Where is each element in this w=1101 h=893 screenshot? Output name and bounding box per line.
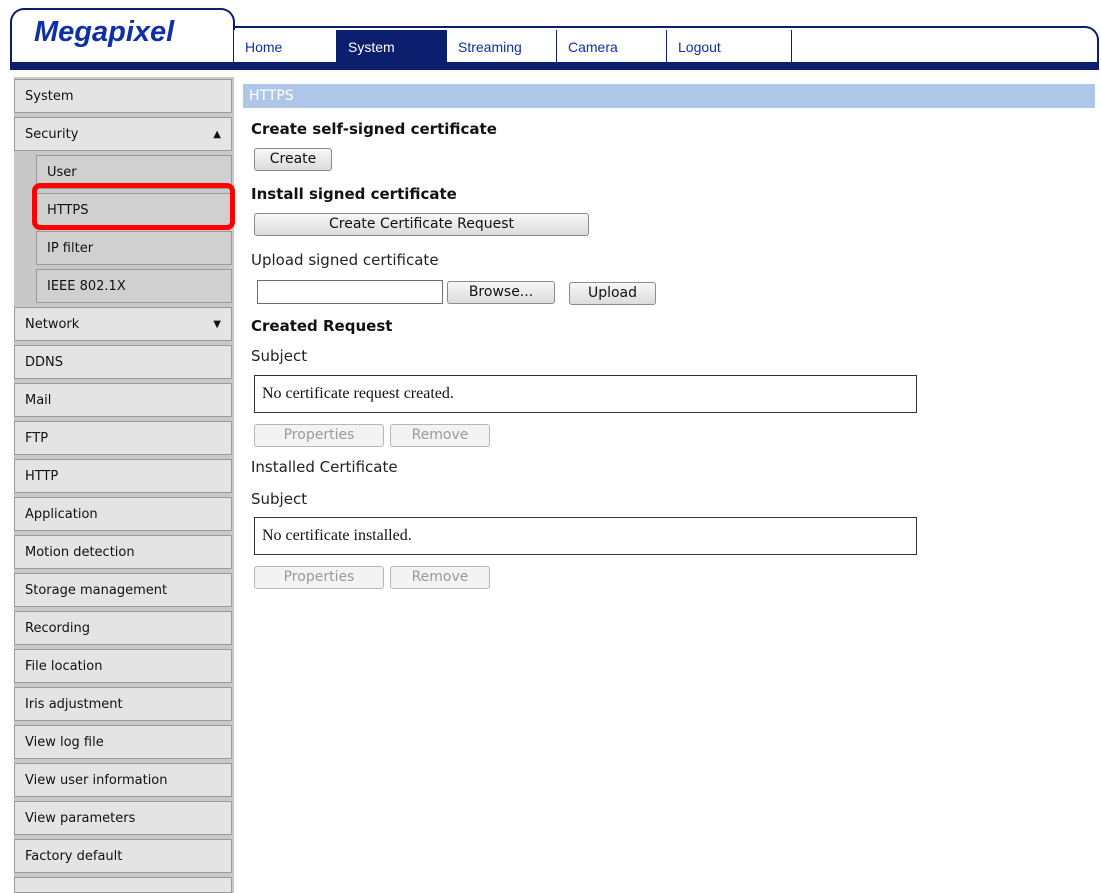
sidebar-item-label: Mail [25,393,52,408]
collapse-arrow-icon[interactable]: ▲ [213,118,221,151]
created-request-heading: Created Request [251,317,393,335]
sidebar-item-label: Motion detection [25,545,135,560]
sidebar-item-label: Network [25,317,80,332]
sidebar-item-iris-adjustment[interactable]: Iris adjustment [14,687,232,721]
selection-highlight [32,183,235,230]
browse-button[interactable]: Browse... [447,281,555,304]
upload-file-field[interactable] [257,280,443,304]
sidebar-item-ddns[interactable]: DDNS [14,345,232,379]
sidebar-item-mail[interactable]: Mail [14,383,232,417]
installed-status-box: No certificate installed. [254,517,917,555]
sidebar-item-network[interactable]: Network ▼ [14,307,232,341]
remove-button[interactable]: Remove [390,424,490,447]
sidebar-item-storage-management[interactable]: Storage management [14,573,232,607]
tab-streaming[interactable]: Streaming [447,30,557,64]
sidebar-item-ieee-8021x[interactable]: IEEE 802.1X [36,269,232,303]
sidebar-item-label: DDNS [25,355,63,370]
main-content: HTTPS Create self-signed certificate Cre… [243,77,1099,893]
properties-button[interactable]: Properties [254,424,384,447]
logo: Megapixel [34,16,175,48]
upload-signed-label: Upload signed certificate [251,251,439,269]
sidebar-item-label: Factory default [25,849,123,864]
tab-camera[interactable]: Camera [557,30,667,64]
expand-arrow-icon[interactable]: ▼ [213,308,221,341]
installed-certificate-label: Installed Certificate [251,458,398,476]
sidebar-item-application[interactable]: Application [14,497,232,531]
create-certificate-request-button[interactable]: Create Certificate Request [254,213,589,236]
sidebar-item-label: HTTP [25,469,59,484]
sidebar-item-label: View log file [25,735,104,750]
sidebar-item-label: Iris adjustment [25,697,123,712]
remove-button[interactable]: Remove [390,566,490,589]
sidebar-item-label: FTP [25,431,49,446]
sidebar-item-label: System [25,89,74,104]
create-self-signed-heading: Create self-signed certificate [251,120,497,138]
sidebar-item-factory-default[interactable]: Factory default [14,839,232,873]
sidebar-item-ip-filter[interactable]: IP filter [36,231,232,265]
upload-button[interactable]: Upload [569,282,656,305]
sidebar-item-recording[interactable]: Recording [14,611,232,645]
create-button[interactable]: Create [254,148,332,171]
install-signed-heading: Install signed certificate [251,185,457,203]
tab-home[interactable]: Home [233,30,337,64]
sidebar-item-label: IEEE 802.1X [47,279,126,294]
sidebar-item-file-location[interactable]: File location [14,649,232,683]
subject-label: Subject [251,347,308,365]
sidebar-item-label: Storage management [25,583,168,598]
properties-button[interactable]: Properties [254,566,384,589]
header-divider [10,62,1099,70]
sidebar-item-view-parameters[interactable]: View parameters [14,801,232,835]
sidebar-item-label: File location [25,659,103,674]
sidebar-item-security[interactable]: Security ▲ [14,117,232,151]
sidebar-item-label: Recording [25,621,91,636]
sidebar-item-label: Application [25,507,98,522]
sidebar-item-view-user-information[interactable]: View user information [14,763,232,797]
sidebar-item-ftp[interactable]: FTP [14,421,232,455]
sidebar-item-label: User [47,165,77,180]
sidebar-item-label: Security [25,127,79,142]
subject-label: Subject [251,490,308,508]
sidebar-item-http[interactable]: HTTP [14,459,232,493]
page-title: HTTPS [243,84,1095,108]
tab-system[interactable]: System [337,30,447,64]
sidebar-item-motion-detection[interactable]: Motion detection [14,535,232,569]
sidebar-item-partial[interactable] [14,877,232,893]
header: Megapixel Home System Streaming Camera L… [0,0,1101,70]
sidebar-item-label: IP filter [47,241,94,256]
tab-logout[interactable]: Logout [667,30,792,64]
sidebar-item-system[interactable]: System [14,79,232,113]
sidebar-item-label: View user information [25,773,168,788]
sidebar-item-view-log-file[interactable]: View log file [14,725,232,759]
sidebar-item-label: View parameters [25,811,136,826]
request-status-box: No certificate request created. [254,375,917,413]
